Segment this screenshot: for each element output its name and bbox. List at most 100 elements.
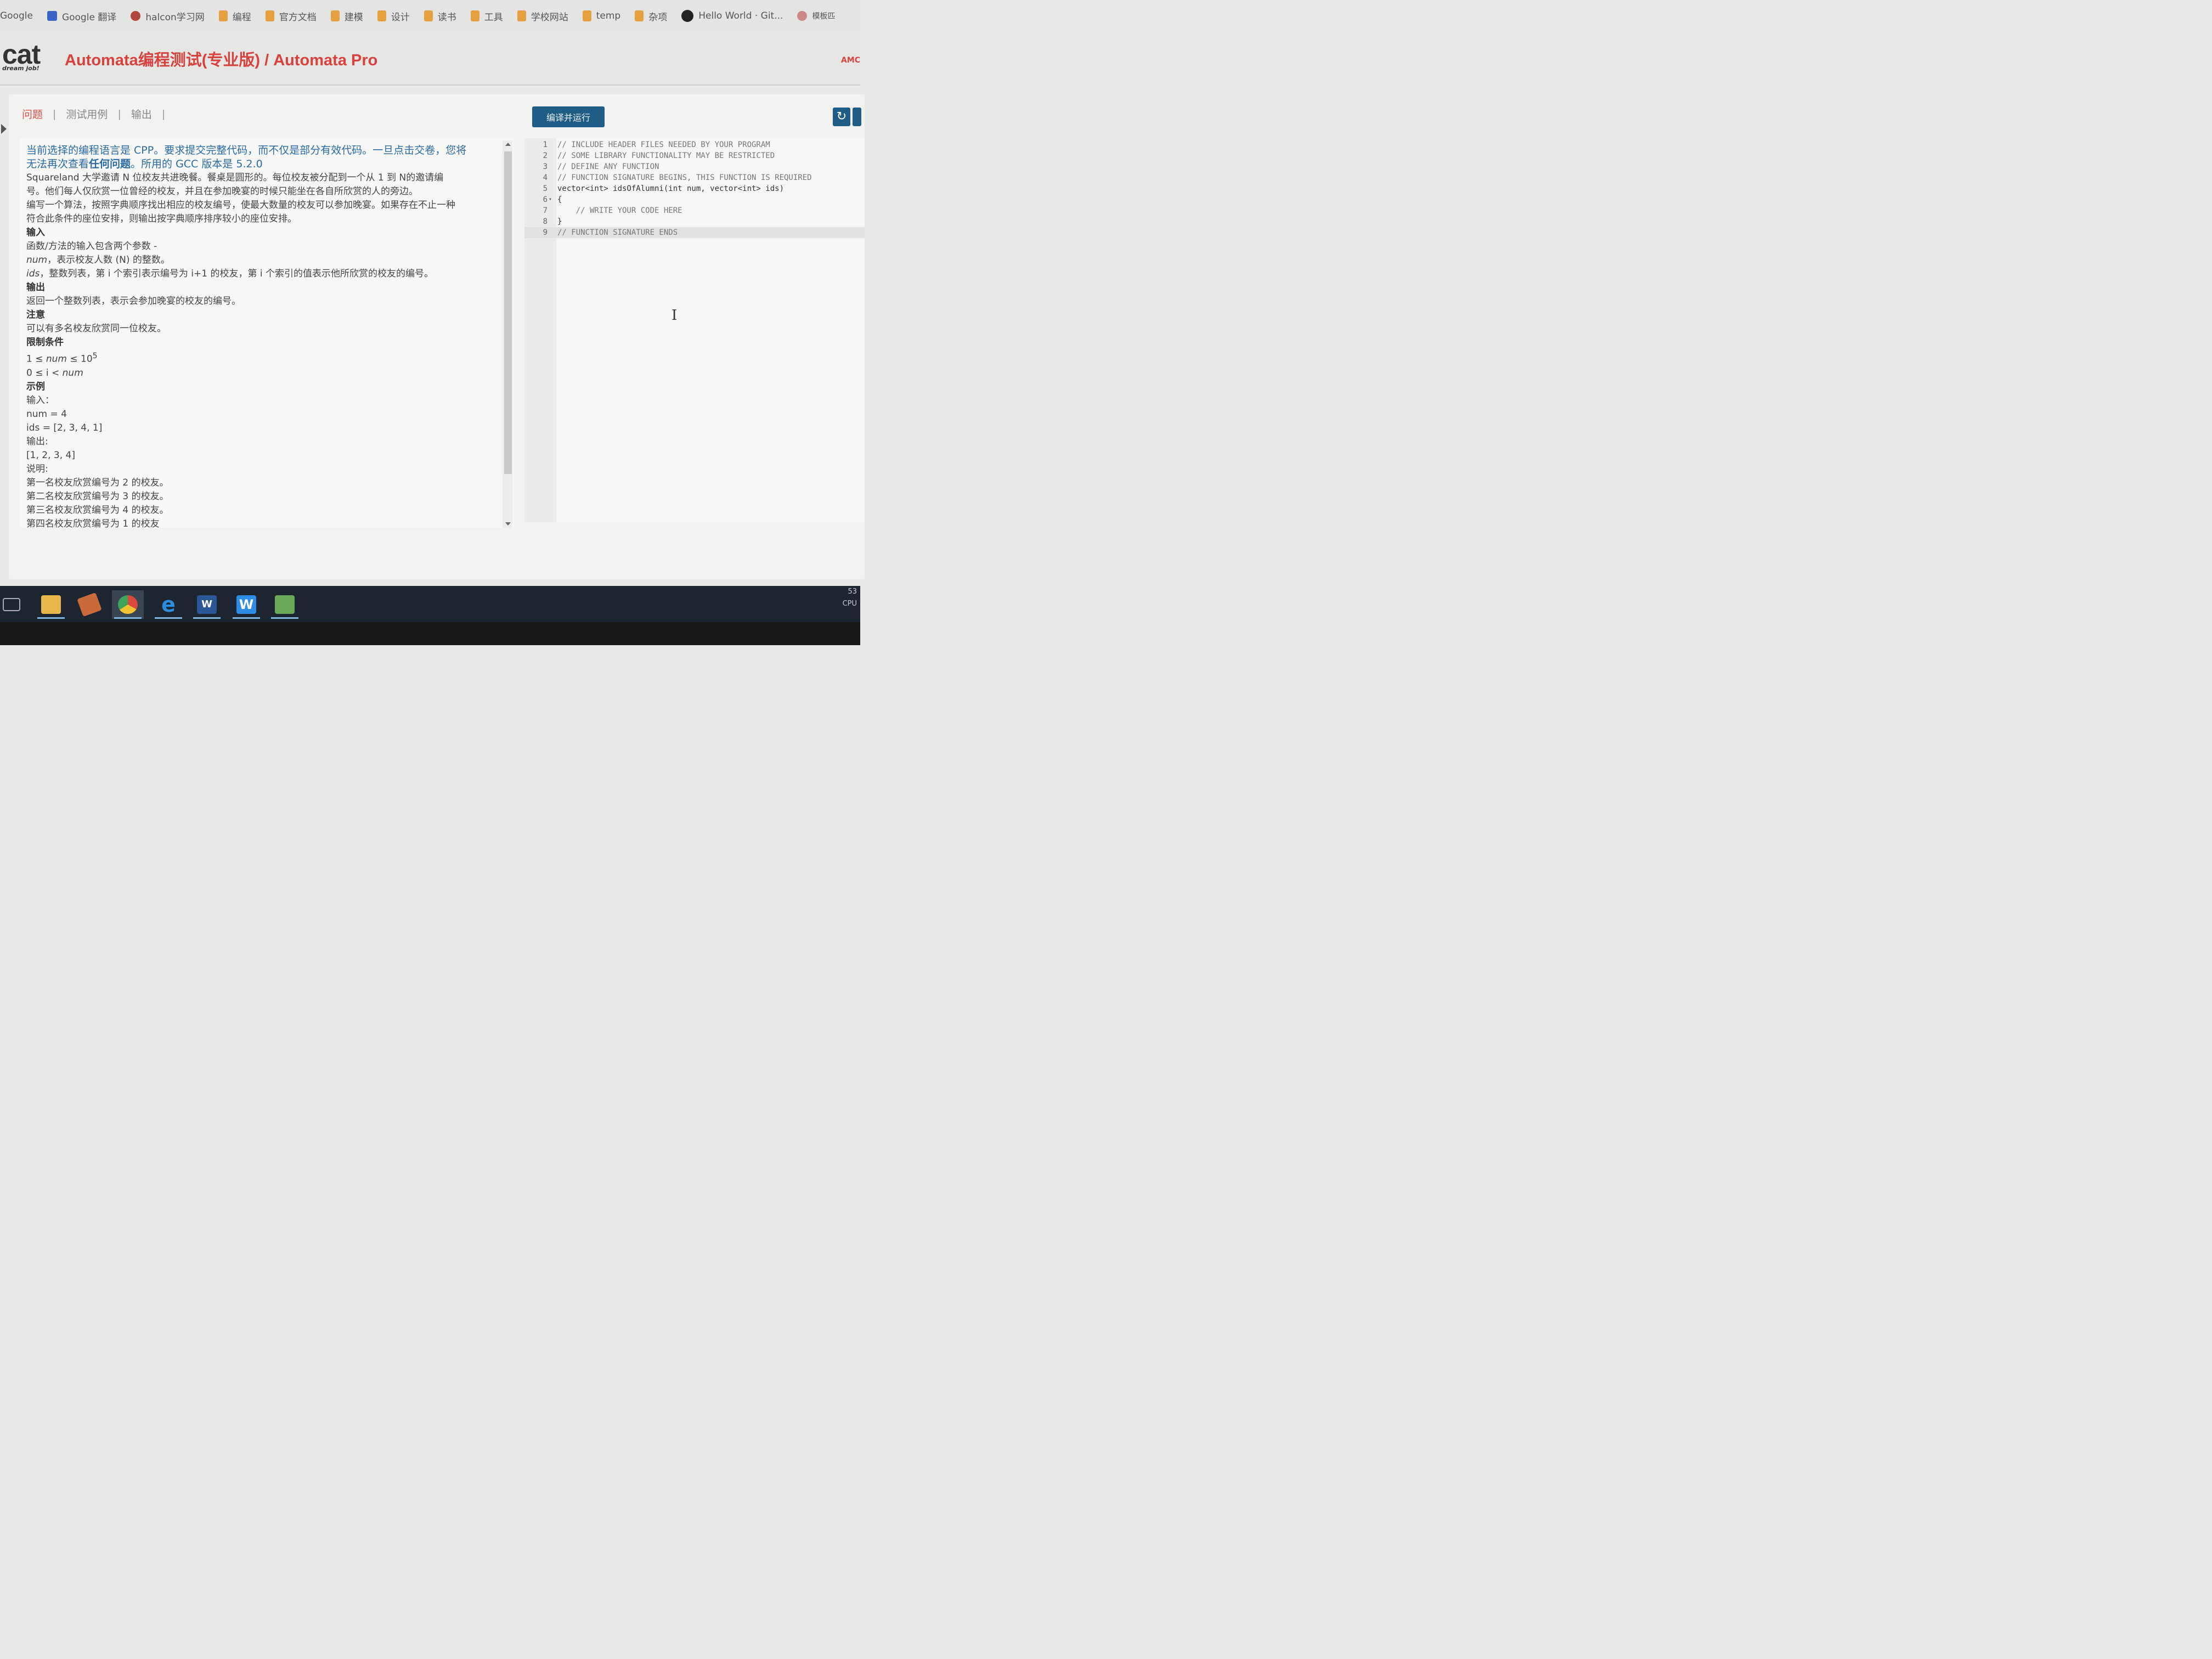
bookmark-folder[interactable]: 官方文档 [265,9,317,23]
site-logo-tagline: dream job! [2,65,40,72]
scroll-up-icon[interactable] [505,143,511,146]
input-line: ids，整数列表，第 i 个索引表示编号为 i+1 的校友，第 i 个索引的值表… [26,267,505,281]
notice-emphasis: 任何问题 [89,158,131,170]
constraint-part: 0 ≤ i < [26,367,63,379]
code-text[interactable]: } [557,216,562,227]
code-line[interactable]: 1 // INCLUDE HEADER FILES NEEDED BY YOUR … [524,139,865,150]
file-explorer-icon[interactable] [35,590,67,619]
edge-icon[interactable]: e [153,590,184,619]
description-line: 号。他们每人仅欣赏一位曾经的校友，并且在参加晚宴的时候只能坐在各自所欣赏的人的旁… [26,186,418,197]
tray-value: 53 [848,588,857,596]
code-text[interactable]: { [557,194,562,205]
fold-arrow-icon[interactable]: ▾ [549,194,552,205]
bookmark-label: 编程 [232,12,251,23]
param-desc: ，整数列表，第 i 个索引表示编号为 i+1 的校友，第 i 个索引的值表示他所… [40,268,434,279]
code-line-active[interactable]: 9 // FUNCTION SIGNATURE ENDS [524,227,865,238]
constraint-line: 0 ≤ i < num [26,366,505,380]
output-heading: 输出 [26,282,45,293]
output-line: 返回一个整数列表，表示会参加晚宴的校友的编号。 [26,296,241,307]
notice-line: 。所用的 GCC 版本是 5.2.0 [131,158,263,170]
code-text[interactable]: // DEFINE ANY FUNCTION [557,161,659,172]
bookmark-site[interactable]: 模板匹 [797,10,835,21]
example-line: 第二名校友欣赏编号为 3 的校友。 [26,490,169,502]
input-line: 函数/方法的输入包含两个参数 - [26,241,157,252]
tab-test-cases[interactable]: 测试用例 [66,106,108,121]
code-text[interactable]: // FUNCTION SIGNATURE ENDS [557,227,678,238]
bookmark-google-translate[interactable]: Google 翻译 [47,9,116,23]
code-text[interactable]: // WRITE YOUR CODE HERE [557,205,682,216]
folder-icon [582,10,591,21]
tab-separator: | [161,108,166,120]
code-line[interactable]: 5 vector<int> idsOfAlumni(int num, vector… [524,183,865,194]
code-line[interactable]: 3 // DEFINE ANY FUNCTION [524,161,865,172]
reset-icon[interactable]: ↻ [833,108,850,126]
note-line: 可以有多名校友欣赏同一位校友。 [26,323,166,334]
bookmark-github[interactable]: Hello World · Git... [681,10,783,22]
tab-separator: | [117,108,121,120]
example-line: 第三名校友欣赏编号为 4 的校友。 [26,504,169,516]
example-line: num = 4 [26,408,67,420]
constraint-var: num [46,353,67,365]
code-text[interactable]: // INCLUDE HEADER FILES NEEDED BY YOUR P… [557,139,770,150]
bookmark-label: Hello World · Git... [698,10,783,21]
problem-scrollbar[interactable] [503,140,512,528]
constraints-heading: 限制条件 [26,337,64,348]
book-app-icon[interactable] [74,590,105,619]
bookmark-folder[interactable]: 工具 [470,9,503,23]
task-view-icon[interactable] [0,590,27,619]
code-line[interactable]: 8} [524,216,865,227]
word-icon[interactable]: W [191,590,223,619]
tab-output[interactable]: 输出 [131,106,152,121]
description-line: 符合此条件的座位安排，则输出按字典顺序排序较小的座位安排。 [26,213,297,224]
save-icon[interactable] [853,108,861,126]
github-icon [681,10,694,22]
tab-problem[interactable]: 问题 [22,106,43,121]
constraint-part: 1 ≤ [26,353,46,365]
code-line[interactable]: 4 // FUNCTION SIGNATURE BEGINS, THIS FUNC… [524,172,865,183]
bookmark-label: Google 翻译 [61,12,117,23]
bookmark-folder[interactable]: temp [582,10,620,21]
site-icon [797,11,808,21]
constraint-var: num [62,367,83,379]
monitor-bezel [0,622,860,645]
code-line[interactable]: 7 // WRITE YOUR CODE HERE [524,205,865,216]
scrollbar-thumb[interactable] [504,151,512,474]
bookmark-label: halcon学习网 [145,12,205,23]
chrome-icon[interactable] [112,590,144,619]
panel-toggle-arrow-icon[interactable] [1,124,7,134]
bookmark-folder[interactable]: 学校网站 [517,9,568,23]
language-notice: 当前选择的编程语言是 CPP。要求提交完整代码，而不仅是部分有效代码。一旦点击交… [26,144,505,171]
example-line: 输出: [26,436,48,447]
code-text[interactable]: vector<int> idsOfAlumni(int num, vector<… [557,183,784,194]
bookmarks-bar: Google Google 翻译 halcon学习网 编程 官方文档 建模 设计… [0,0,860,32]
code-text[interactable]: // FUNCTION SIGNATURE BEGINS, THIS FUNCT… [557,172,812,183]
bookmark-halcon[interactable]: halcon学习网 [131,9,205,23]
bookmark-label: 官方文档 [279,12,317,23]
bookmark-folder[interactable]: 编程 [218,9,251,23]
description-line: Squareland 大学邀请 N 位校友共进晚餐。餐桌是圆形的。每位校友被分配… [26,172,444,183]
constraint-line: 1 ≤ num ≤ 105 [26,349,505,366]
image-app-icon[interactable] [269,590,301,619]
example-line: 说明: [26,463,48,475]
bookmark-folder[interactable]: 设计 [377,9,410,23]
example-line: 输入： [26,394,54,406]
scroll-down-icon[interactable] [505,522,511,526]
code-line[interactable]: 6 ▾ { [524,194,865,205]
code-line[interactable]: 2 // SOME LIBRARY FUNCTIONALITY MAY BE RE… [524,150,865,161]
code-text[interactable]: // SOME LIBRARY FUNCTIONALITY MAY BE RES… [557,150,775,161]
wps-writer-icon[interactable]: W [230,590,262,619]
tray-label: CPU [842,600,857,608]
code-editor[interactable]: 1 // INCLUDE HEADER FILES NEEDED BY YOUR … [524,138,865,522]
bookmark-label: Google [0,10,33,21]
folder-icon [517,10,526,21]
compile-run-button[interactable]: 编译并运行 [532,106,605,127]
bookmark-folder[interactable]: 杂项 [635,9,667,23]
bookmark-folder[interactable]: 读书 [424,9,456,23]
bookmark-folder[interactable]: 建模 [330,9,363,23]
example-heading: 示例 [26,381,45,392]
line-number: 5 [543,184,548,193]
line-number: 2 [543,151,548,160]
folder-icon [218,10,228,21]
bookmark-google[interactable]: Google [0,10,33,21]
constraint-exponent: 5 [92,352,98,360]
